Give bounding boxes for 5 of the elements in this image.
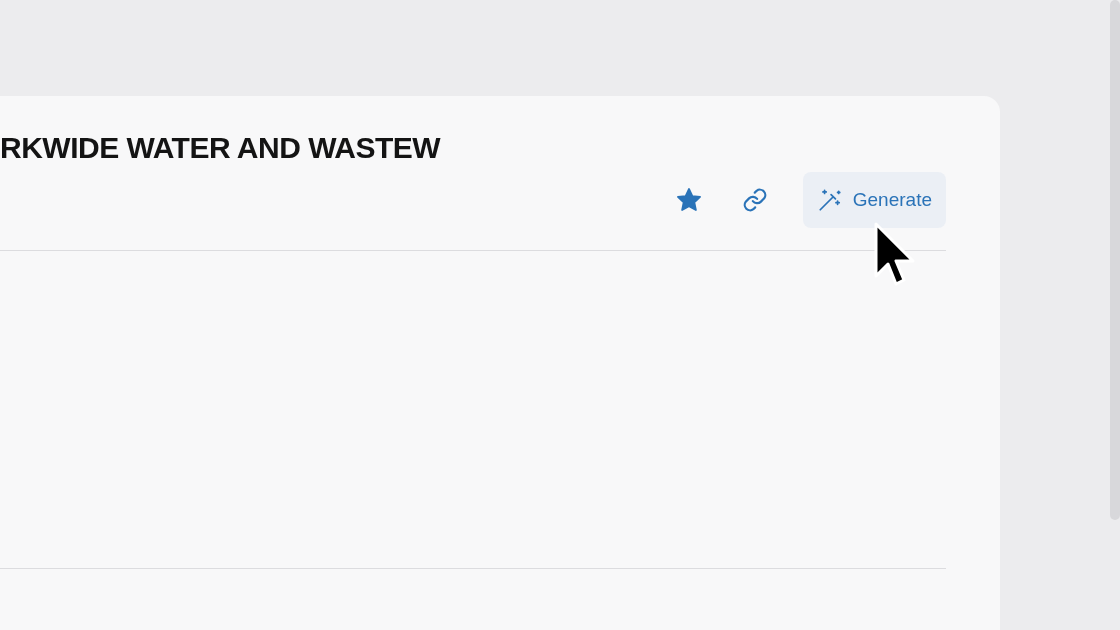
magic-wand-icon bbox=[816, 187, 843, 213]
link-icon bbox=[741, 187, 768, 213]
generate-button[interactable]: Generate bbox=[802, 172, 946, 228]
page-title: RKWIDE WATER AND WASTEW bbox=[0, 130, 441, 166]
star-icon bbox=[674, 186, 703, 214]
